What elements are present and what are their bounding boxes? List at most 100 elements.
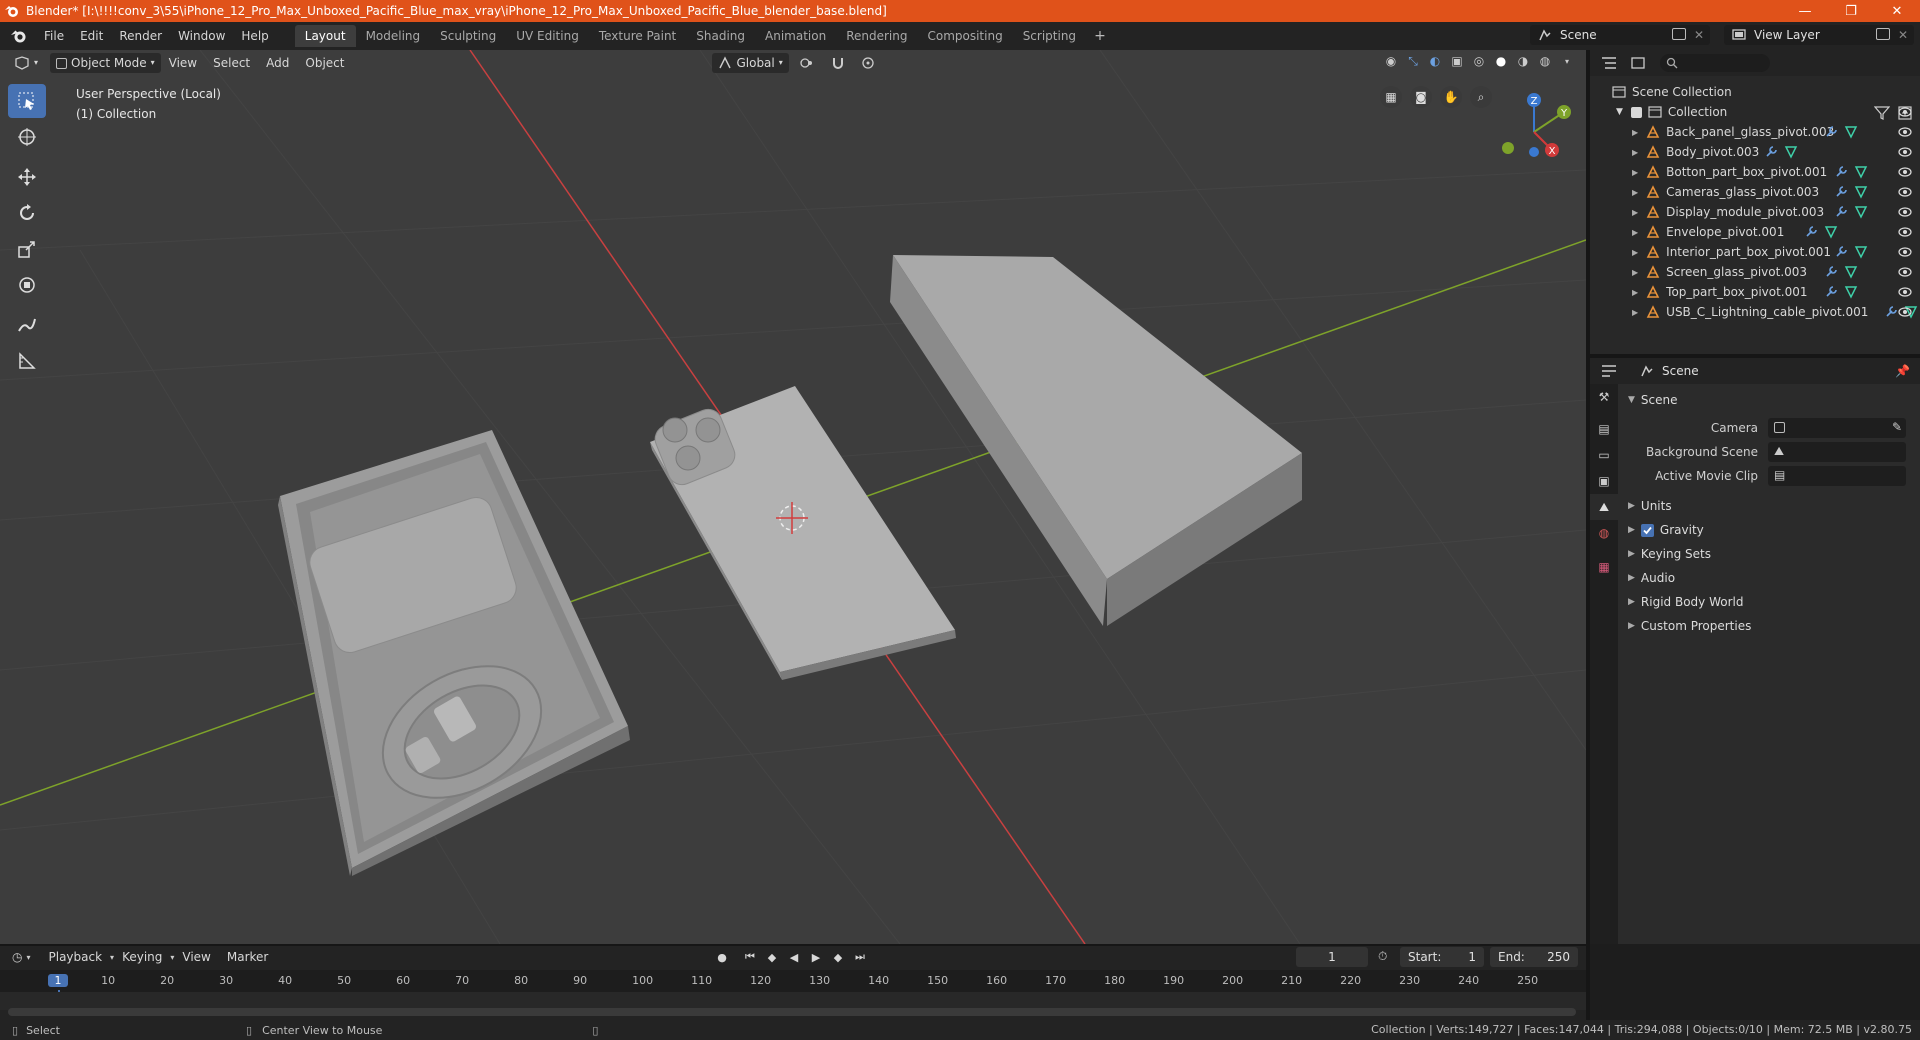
custom-properties-panel-header[interactable]: ▶ Custom Properties xyxy=(1620,614,1920,638)
timeline-editor-icon[interactable]: ◷ xyxy=(12,950,22,964)
tab-shading[interactable]: Shading xyxy=(686,25,755,47)
tab-uv-editing[interactable]: UV Editing xyxy=(506,25,589,47)
end-frame-field[interactable]: End: 250 xyxy=(1490,947,1578,967)
mesh-data-icon[interactable] xyxy=(1854,185,1868,199)
close-button[interactable]: ✕ xyxy=(1874,0,1920,22)
transform-tool[interactable] xyxy=(8,268,46,302)
solid-shading-icon[interactable]: ● xyxy=(1492,52,1510,70)
wrench-icon[interactable] xyxy=(1824,125,1838,139)
maximize-button[interactable]: ❐ xyxy=(1828,0,1874,22)
snap-button[interactable] xyxy=(825,53,851,73)
pin-icon[interactable]: 📌 xyxy=(1895,364,1910,378)
object-mode-dropdown[interactable]: Object Mode ▾ xyxy=(50,53,161,73)
timeline-menu-view[interactable]: View xyxy=(174,944,218,970)
editor-type-button[interactable]: ▾ xyxy=(8,53,44,73)
wrench-icon[interactable] xyxy=(1824,285,1838,299)
scene-collection-row[interactable]: Scene Collection xyxy=(1590,82,1920,102)
menu-edit[interactable]: Edit xyxy=(72,22,111,50)
gravity-checkbox[interactable] xyxy=(1640,523,1654,537)
scene-new-icon[interactable] xyxy=(1672,28,1686,43)
xray-toggle-icon[interactable]: ▣ xyxy=(1448,52,1466,70)
wrench-icon[interactable] xyxy=(1804,225,1818,239)
expand-arrow-icon[interactable]: ▶ xyxy=(1632,248,1638,257)
gizmo-toggle-icon[interactable]: ⤡ xyxy=(1404,52,1422,70)
expand-arrow-icon[interactable]: ▶ xyxy=(1632,208,1638,217)
transform-orientation-dropdown[interactable]: Global ▾ xyxy=(712,53,789,73)
rigid-body-world-panel-header[interactable]: ▶ Rigid Body World xyxy=(1620,590,1920,614)
tab-world[interactable]: ◍ xyxy=(1590,520,1618,546)
prev-keyframe-icon[interactable]: ◆ xyxy=(762,947,782,967)
outliner-object-row[interactable]: ▶ Back_panel_glass_pivot.003 xyxy=(1590,122,1920,142)
expand-arrow-icon[interactable]: ▶ xyxy=(1632,308,1638,317)
pan-hand-icon[interactable]: ✋ xyxy=(1440,86,1462,108)
tab-scene[interactable]: ⛰ xyxy=(1590,494,1618,520)
current-frame-marker[interactable]: 1 xyxy=(48,974,68,987)
view-layer-selector[interactable]: View Layer ✕ xyxy=(1724,25,1914,45)
eye-icon[interactable] xyxy=(1898,205,1912,219)
overlay-toggle-icon[interactable]: ◐ xyxy=(1426,52,1444,70)
record-icon[interactable]: ● xyxy=(712,947,732,967)
tab-layout[interactable]: Layout xyxy=(294,25,356,47)
tab-compositing[interactable]: Compositing xyxy=(917,25,1012,47)
timeline-ruler[interactable]: 1 10 20 30 40 50 60 70 80 90 100 110 120 130 140 150 160… xyxy=(0,970,1586,1012)
outliner-editor-icon[interactable] xyxy=(1600,56,1618,70)
outliner-object-row[interactable]: ▶ Interior_part_box_pivot.001 xyxy=(1590,242,1920,262)
tab-texture[interactable]: ▦ xyxy=(1590,554,1618,580)
scene-panel-header[interactable]: ▼ Scene xyxy=(1620,388,1920,412)
audio-panel-header[interactable]: ▶ Audio xyxy=(1620,566,1920,590)
outliner-object-row[interactable]: ▶ Top_part_box_pivot.001 xyxy=(1590,282,1920,302)
timeline-menu-marker[interactable]: Marker xyxy=(219,944,276,970)
outliner-object-row[interactable]: ▶ Body_pivot.003 xyxy=(1590,142,1920,162)
eye-icon[interactable] xyxy=(1898,265,1912,279)
gravity-panel-header[interactable]: ▶ Gravity xyxy=(1620,518,1920,542)
pivot-point-button[interactable] xyxy=(793,53,821,73)
collection-checkbox[interactable] xyxy=(1630,106,1642,118)
tab-tool[interactable]: ⚒ xyxy=(1590,384,1618,410)
eye-icon[interactable] xyxy=(1898,145,1912,159)
outliner-object-row[interactable]: ▶ Screen_glass_pivot.003 xyxy=(1590,262,1920,282)
viewport-menu-view[interactable]: View xyxy=(161,50,205,76)
tab-animation[interactable]: Animation xyxy=(755,25,836,47)
eye-icon[interactable] xyxy=(1898,305,1912,319)
minimize-button[interactable]: — xyxy=(1782,0,1828,22)
cursor-tool[interactable] xyxy=(8,120,46,154)
eyedropper-icon[interactable]: ✎ xyxy=(1892,420,1902,434)
timeline-menu-keying[interactable]: Keying xyxy=(114,944,170,970)
expand-arrow-icon[interactable]: ▶ xyxy=(1632,228,1638,237)
viewport-menu-object[interactable]: Object xyxy=(297,50,352,76)
outliner-object-row[interactable]: ▶ Envelope_pivot.001 xyxy=(1590,222,1920,242)
scene-remove-icon[interactable]: ✕ xyxy=(1694,28,1704,42)
camera-view-icon[interactable]: ◙ xyxy=(1410,86,1432,108)
view-layer-remove-icon[interactable]: ✕ xyxy=(1898,28,1908,42)
tab-render[interactable]: ▤ xyxy=(1590,416,1618,442)
expand-arrow-icon[interactable]: ▼ xyxy=(1616,107,1623,117)
eye-icon[interactable] xyxy=(1898,105,1912,119)
wrench-icon[interactable] xyxy=(1764,145,1778,159)
3d-viewport[interactable]: ▾ Object Mode ▾ View Select Add Object G… xyxy=(0,50,1586,944)
outliner-object-row[interactable]: ▶ Cameras_glass_pivot.003 xyxy=(1590,182,1920,202)
mesh-data-icon[interactable] xyxy=(1824,225,1838,239)
properties-editor-icon[interactable] xyxy=(1600,364,1618,378)
eye-icon[interactable] xyxy=(1898,225,1912,239)
eye-icon[interactable] xyxy=(1898,185,1912,199)
outliner-search-input[interactable] xyxy=(1660,54,1770,72)
tab-view-layer[interactable]: ▣ xyxy=(1590,468,1618,494)
tab-texture-paint[interactable]: Texture Paint xyxy=(589,25,686,47)
tab-scripting[interactable]: Scripting xyxy=(1013,25,1086,47)
timeline-menu-playback[interactable]: Playback xyxy=(41,944,111,970)
menu-file[interactable]: File xyxy=(36,22,72,50)
collection-row[interactable]: ▼ Collection xyxy=(1590,102,1920,122)
select-box-tool[interactable] xyxy=(8,84,46,118)
viewport-menu-add[interactable]: Add xyxy=(258,50,297,76)
chevron-down-icon[interactable]: ▾ xyxy=(26,953,30,962)
tab-sculpting[interactable]: Sculpting xyxy=(430,25,506,47)
jump-start-icon[interactable]: ⏮ xyxy=(740,947,760,967)
next-keyframe-icon[interactable]: ◆ xyxy=(828,947,848,967)
mesh-data-icon[interactable] xyxy=(1784,145,1798,159)
tab-modeling[interactable]: Modeling xyxy=(356,25,431,47)
blender-menu-icon[interactable] xyxy=(10,27,28,45)
measure-tool[interactable] xyxy=(8,344,46,378)
timeline-scrollbar[interactable] xyxy=(8,1008,1576,1016)
eye-icon[interactable] xyxy=(1898,245,1912,259)
mesh-data-icon[interactable] xyxy=(1844,265,1858,279)
